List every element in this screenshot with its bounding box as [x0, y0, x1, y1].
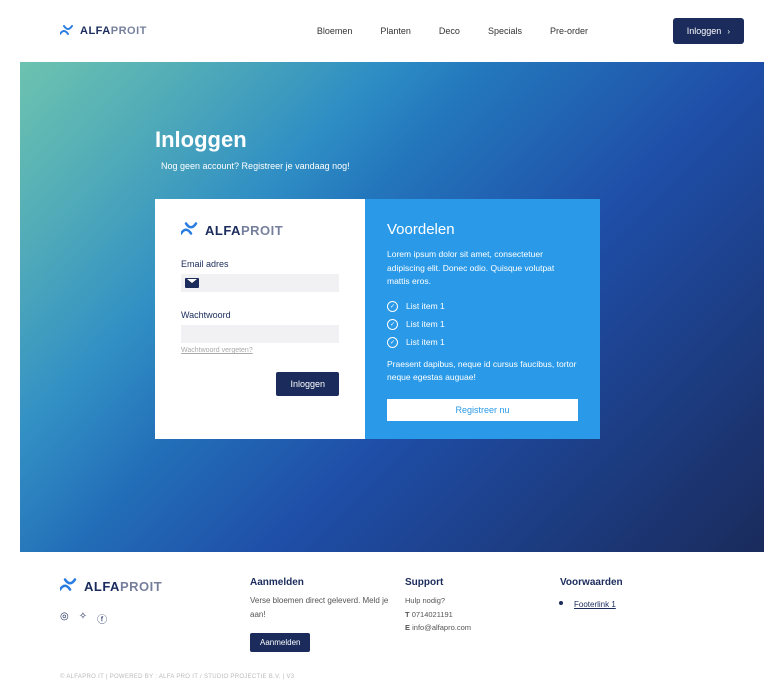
footer-col-brand: ALFAPROIT ◎ ✧ ⓕ: [60, 577, 250, 652]
facebook-icon[interactable]: ⓕ: [97, 611, 107, 626]
hero-title: Inloggen: [155, 127, 764, 153]
hero-subtitle: Nog geen account? Registreer je vandaag …: [161, 161, 764, 171]
nav-preorder[interactable]: Pre-order: [550, 26, 588, 36]
footer-heading: Aanmelden: [250, 577, 405, 588]
chevron-right-icon: ›: [727, 27, 730, 36]
benefit-item-label: List item 1: [406, 319, 445, 329]
nav-specials[interactable]: Specials: [488, 26, 522, 36]
support-phone: T 0714021191: [405, 608, 560, 622]
email-label: Email adres: [181, 259, 339, 269]
logo-icon: [60, 577, 80, 595]
mail-icon: [185, 278, 199, 288]
logo-text: ALFAPROIT: [84, 579, 162, 594]
footer-link-list: Footerlink 1: [560, 594, 680, 612]
logo-icon: [181, 221, 201, 239]
check-circle-icon: ✓: [387, 301, 398, 312]
footer-col-aanmelden: Aanmelden Verse bloemen direct geleverd.…: [250, 577, 405, 652]
header-login-button[interactable]: Inloggen ›: [673, 18, 744, 44]
benefit-item: ✓ List item 1: [387, 301, 578, 312]
check-circle-icon: ✓: [387, 337, 398, 348]
benefit-item-label: List item 1: [406, 337, 445, 347]
forgot-password-link[interactable]: Wachtwoord vergeten?: [181, 347, 339, 354]
email-input[interactable]: [199, 278, 335, 288]
header-login-label: Inloggen: [687, 26, 722, 36]
login-submit-button[interactable]: Inloggen: [276, 372, 339, 396]
footer-logo[interactable]: ALFAPROIT: [60, 577, 250, 595]
footer: ALFAPROIT ◎ ✧ ⓕ Aanmelden Verse bloemen …: [0, 552, 784, 690]
password-input[interactable]: [185, 329, 335, 339]
hero-section: Inloggen Nog geen account? Registreer je…: [20, 62, 764, 552]
logo-text: ALFAPROIT: [80, 25, 147, 37]
footer-heading: Support: [405, 577, 560, 588]
check-circle-icon: ✓: [387, 319, 398, 330]
instagram-icon[interactable]: ◎: [60, 611, 69, 626]
logo-icon: [60, 23, 76, 39]
password-input-wrap: [181, 325, 339, 343]
card-row: ALFAPROIT Email adres Wachtwoord Wachtwo…: [155, 199, 764, 439]
copyright: © ALFAPRO IT | POWERED BY : ALFA PRO IT …: [60, 674, 724, 680]
support-line: Hulp nodig?: [405, 594, 560, 608]
benefits-card: Voordelen Lorem ipsum dolor sit amet, co…: [365, 199, 600, 439]
benefits-text-secondary: Praesent dapibus, neque id cursus faucib…: [387, 358, 578, 385]
twitter-icon[interactable]: ✧: [79, 611, 87, 626]
benefits-title: Voordelen: [387, 221, 578, 238]
nav-planten[interactable]: Planten: [380, 26, 411, 36]
header-logo[interactable]: ALFAPROIT: [60, 23, 147, 39]
benefits-text: Lorem ipsum dolor sit amet, consectetuer…: [387, 248, 578, 289]
footer-heading: Voorwaarden: [560, 577, 680, 588]
login-card: ALFAPROIT Email adres Wachtwoord Wachtwo…: [155, 199, 365, 439]
benefit-item-label: List item 1: [406, 301, 445, 311]
header: ALFAPROIT Bloemen Planten Deco Specials …: [0, 0, 784, 62]
benefit-item: ✓ List item 1: [387, 319, 578, 330]
footer-aanmelden-button[interactable]: Aanmelden: [250, 633, 310, 652]
login-card-logo: ALFAPROIT: [181, 221, 339, 239]
footer-columns: ALFAPROIT ◎ ✧ ⓕ Aanmelden Verse bloemen …: [60, 577, 724, 652]
logo-text: ALFAPROIT: [205, 223, 283, 238]
benefit-item: ✓ List item 1: [387, 337, 578, 348]
support-email: E info@alfapro.com: [405, 621, 560, 635]
register-button[interactable]: Registreer nu: [387, 399, 578, 421]
main-nav: Bloemen Planten Deco Specials Pre-order: [317, 26, 588, 36]
social-icons: ◎ ✧ ⓕ: [60, 611, 250, 626]
footer-text: Verse bloemen direct geleverd. Meld je a…: [250, 594, 405, 623]
footer-col-support: Support Hulp nodig? T 0714021191 E info@…: [405, 577, 560, 652]
footer-link[interactable]: Footerlink 1: [574, 600, 616, 609]
nav-deco[interactable]: Deco: [439, 26, 460, 36]
email-input-wrap: [181, 274, 339, 292]
footer-col-voorwaarden: Voorwaarden Footerlink 1: [560, 577, 680, 652]
nav-bloemen[interactable]: Bloemen: [317, 26, 353, 36]
password-label: Wachtwoord: [181, 310, 339, 320]
